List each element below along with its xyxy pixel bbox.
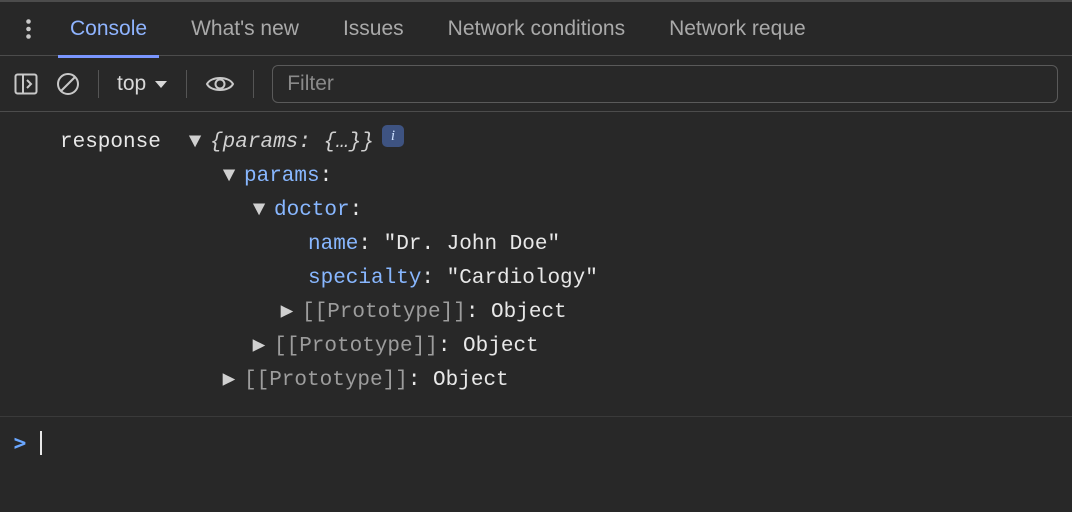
- devtools-tab-bar: Console What's new Issues Network condit…: [0, 0, 1072, 56]
- toolbar-divider: [253, 70, 254, 98]
- prop-value: "Cardiology": [447, 262, 598, 296]
- tree-leaf-specialty[interactable]: specialty: "Cardiology": [0, 262, 1072, 296]
- prop-value: Object: [491, 296, 567, 330]
- tree-node-params[interactable]: ▼params:: [0, 160, 1072, 194]
- toggle-sidebar-icon[interactable]: [14, 73, 38, 95]
- chevron-down-icon[interactable]: ▼: [220, 160, 238, 194]
- chevron-down-icon: [154, 72, 168, 96]
- prop-name: [[Prototype]]: [302, 296, 466, 330]
- tab-network-requests[interactable]: Network reque: [647, 1, 828, 57]
- tree-node-prototype[interactable]: ▶[[Prototype]]: Object: [0, 364, 1072, 398]
- tree-node-doctor[interactable]: ▼doctor:: [0, 194, 1072, 228]
- prop-name: specialty: [308, 262, 421, 296]
- tab-label: Network conditions: [448, 17, 625, 41]
- chevron-down-icon[interactable]: ▼: [250, 194, 268, 228]
- prop-name: name: [308, 228, 358, 262]
- info-icon[interactable]: i: [382, 125, 404, 147]
- chevron-down-icon[interactable]: ▼: [186, 126, 204, 160]
- prop-value: Object: [463, 330, 539, 364]
- clear-console-icon[interactable]: [56, 72, 80, 96]
- prompt-caret-icon: >: [0, 426, 40, 460]
- chevron-right-icon[interactable]: ▶: [220, 364, 238, 398]
- prop-value: Object: [433, 364, 509, 398]
- eye-icon[interactable]: [205, 74, 235, 94]
- tab-whats-new[interactable]: What's new: [169, 1, 321, 57]
- log-entry[interactable]: response ▼{params: {…}} i: [0, 126, 1072, 160]
- context-label: top: [117, 72, 146, 96]
- tab-label: What's new: [191, 17, 299, 41]
- kebab-menu-icon[interactable]: [8, 19, 48, 39]
- tab-label: Network reque: [669, 17, 806, 41]
- console-prompt[interactable]: >: [0, 416, 1072, 456]
- prop-name: doctor: [274, 194, 350, 228]
- console-output: response ▼{params: {…}}i ▼params: ▼docto…: [0, 112, 1072, 456]
- prop-name: params: [244, 160, 320, 194]
- chevron-right-icon[interactable]: ▶: [278, 296, 296, 330]
- tree-leaf-name[interactable]: name: "Dr. John Doe": [0, 228, 1072, 262]
- tab-issues[interactable]: Issues: [321, 1, 426, 57]
- context-selector[interactable]: top: [117, 72, 168, 96]
- object-summary: {params: {…}}: [210, 126, 374, 160]
- chevron-right-icon[interactable]: ▶: [250, 330, 268, 364]
- log-variable: response: [60, 126, 161, 160]
- tab-console[interactable]: Console: [48, 1, 169, 57]
- tab-label: Issues: [343, 17, 404, 41]
- tree-node-prototype[interactable]: ▶[[Prototype]]: Object: [0, 330, 1072, 364]
- prop-value: "Dr. John Doe": [384, 228, 560, 262]
- tree-node-prototype[interactable]: ▶[[Prototype]]: Object: [0, 296, 1072, 330]
- prop-name: [[Prototype]]: [244, 364, 408, 398]
- filter-input[interactable]: [272, 65, 1058, 103]
- tab-label: Console: [70, 17, 147, 41]
- prop-name: [[Prototype]]: [274, 330, 438, 364]
- toolbar-divider: [98, 70, 99, 98]
- tab-network-conditions[interactable]: Network conditions: [426, 1, 647, 57]
- toolbar-divider: [186, 70, 187, 98]
- console-toolbar: top: [0, 56, 1072, 112]
- text-cursor: [40, 431, 42, 455]
